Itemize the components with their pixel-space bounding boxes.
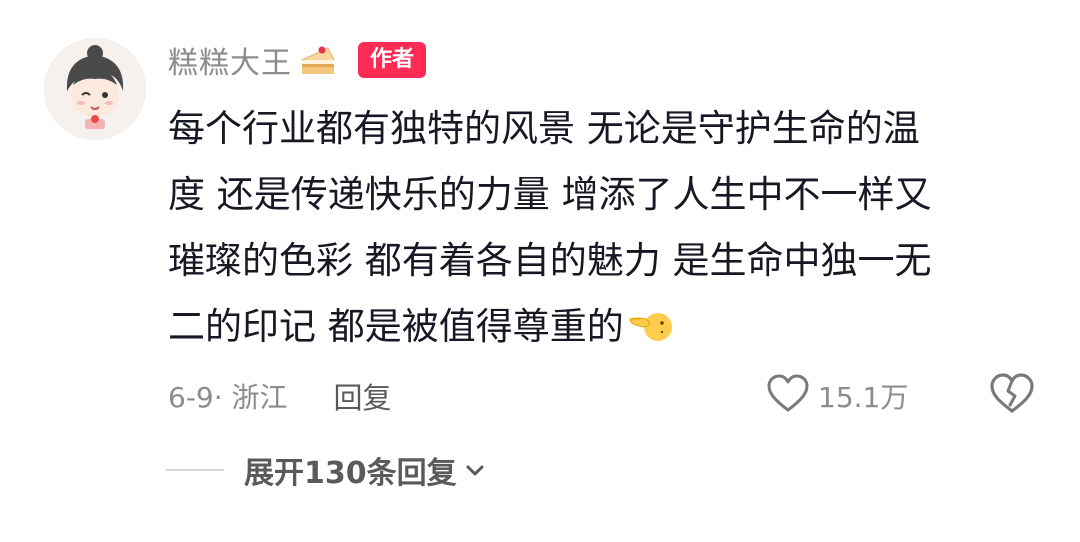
divider: [166, 469, 224, 471]
username[interactable]: 糕糕大王: [168, 38, 292, 82]
comment-text-line: 每个行业都有独特的风景 无论是守护生命的温: [168, 107, 920, 150]
expand-replies[interactable]: 展开130条回复: [166, 446, 487, 494]
comment-date-location: 6-9· 浙江: [168, 381, 288, 414]
reply-button[interactable]: 回复: [334, 375, 392, 417]
avatar[interactable]: [44, 38, 146, 140]
comment-text-line: 度 还是传递快乐的力量 增添了人生中不一样又: [168, 173, 932, 216]
comment-text: 每个行业都有独特的风景 无论是守护生命的温 度 还是传递快乐的力量 增添了人生中…: [168, 96, 1048, 360]
heart-icon[interactable]: [766, 374, 810, 418]
author-badge: 作者: [358, 42, 427, 78]
like-count: 15.1万: [818, 381, 909, 414]
comment-meta: 6-9· 浙江 回复: [168, 372, 392, 420]
comment-text-line-last: 二的印记 都是被值得尊重的: [168, 294, 1048, 360]
broken-heart-icon[interactable]: [988, 372, 1036, 416]
avatar-illustration: [45, 39, 145, 139]
expand-replies-label[interactable]: 展开130条回复: [244, 448, 457, 492]
comment-text-line: 璀璨的色彩 都有着各自的魅力 是生命中独一无: [168, 239, 932, 282]
comment-item: 糕糕大王 作者 每个行业都有独特的风景 无论是守护生命的温 度 还是传递快乐的力…: [0, 0, 1080, 542]
dislike-button[interactable]: [988, 372, 1036, 420]
cake-icon: [298, 40, 338, 80]
chevron-down-icon[interactable]: [463, 458, 487, 482]
username-row: 糕糕大王 作者: [168, 38, 427, 82]
comment-text-line: 二的印记 都是被值得尊重的: [168, 305, 624, 348]
like-button[interactable]: 15.1万: [766, 370, 908, 422]
pointing-face-icon: [626, 300, 676, 341]
